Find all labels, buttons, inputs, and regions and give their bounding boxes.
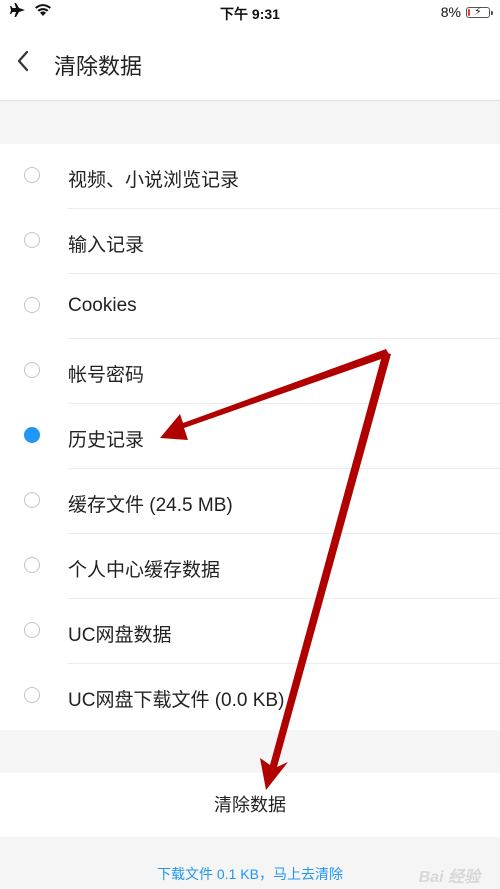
- nav-bar: 清除数据: [0, 26, 500, 101]
- option-uc-drive-downloads[interactable]: UC网盘下载文件 (0.0 KB): [0, 664, 500, 729]
- option-label: UC网盘数据: [68, 625, 172, 646]
- clear-data-button[interactable]: 清除数据: [0, 773, 500, 837]
- back-button[interactable]: [8, 48, 38, 78]
- option-label: UC网盘下载文件 (0.0 KB): [68, 690, 285, 711]
- option-label: 个人中心缓存数据: [68, 560, 221, 581]
- option-label: 视频、小说浏览记录: [68, 170, 240, 191]
- battery-level-fill: [468, 8, 470, 16]
- option-label: 历史记录: [68, 430, 145, 451]
- status-right: 8% ⚡: [440, 4, 493, 20]
- watermark-logo: Bai 经验: [418, 869, 480, 886]
- page-title: 清除数据: [54, 54, 143, 79]
- option-cache-files[interactable]: 缓存文件 (24.5 MB): [0, 469, 500, 534]
- option-label: 帐号密码: [68, 365, 145, 386]
- options-list: 视频、小说浏览记录 输入记录 Cookies 帐号密码 历史记录 缓存文件 (2…: [0, 144, 500, 730]
- charging-bolt-icon: ⚡: [474, 5, 482, 18]
- radio-button[interactable]: [24, 362, 40, 378]
- option-video-novel-history[interactable]: 视频、小说浏览记录: [0, 144, 500, 209]
- radio-button[interactable]: [24, 167, 40, 183]
- radio-button-checked[interactable]: [24, 427, 40, 443]
- radio-button[interactable]: [24, 297, 40, 313]
- battery-icon: ⚡: [466, 5, 493, 18]
- option-account-passwords[interactable]: 帐号密码: [0, 339, 500, 404]
- radio-button[interactable]: [24, 622, 40, 638]
- option-label: 缓存文件 (24.5 MB): [68, 495, 233, 516]
- status-bar: 下午 9:31 8% ⚡: [0, 0, 500, 26]
- radio-button[interactable]: [24, 687, 40, 703]
- radio-button[interactable]: [24, 557, 40, 573]
- radio-button[interactable]: [24, 232, 40, 248]
- battery-percent: 8%: [440, 4, 461, 20]
- option-label: Cookies: [68, 295, 137, 316]
- chevron-left-icon: [16, 50, 30, 77]
- option-label: 输入记录: [68, 235, 145, 256]
- option-browsing-history[interactable]: 历史记录: [0, 404, 500, 469]
- option-uc-drive-data[interactable]: UC网盘数据: [0, 599, 500, 664]
- radio-button[interactable]: [24, 492, 40, 508]
- option-cookies[interactable]: Cookies: [0, 274, 500, 339]
- option-input-history[interactable]: 输入记录: [0, 209, 500, 274]
- option-personal-center-cache[interactable]: 个人中心缓存数据: [0, 534, 500, 599]
- status-time: 下午 9:31: [220, 6, 280, 22]
